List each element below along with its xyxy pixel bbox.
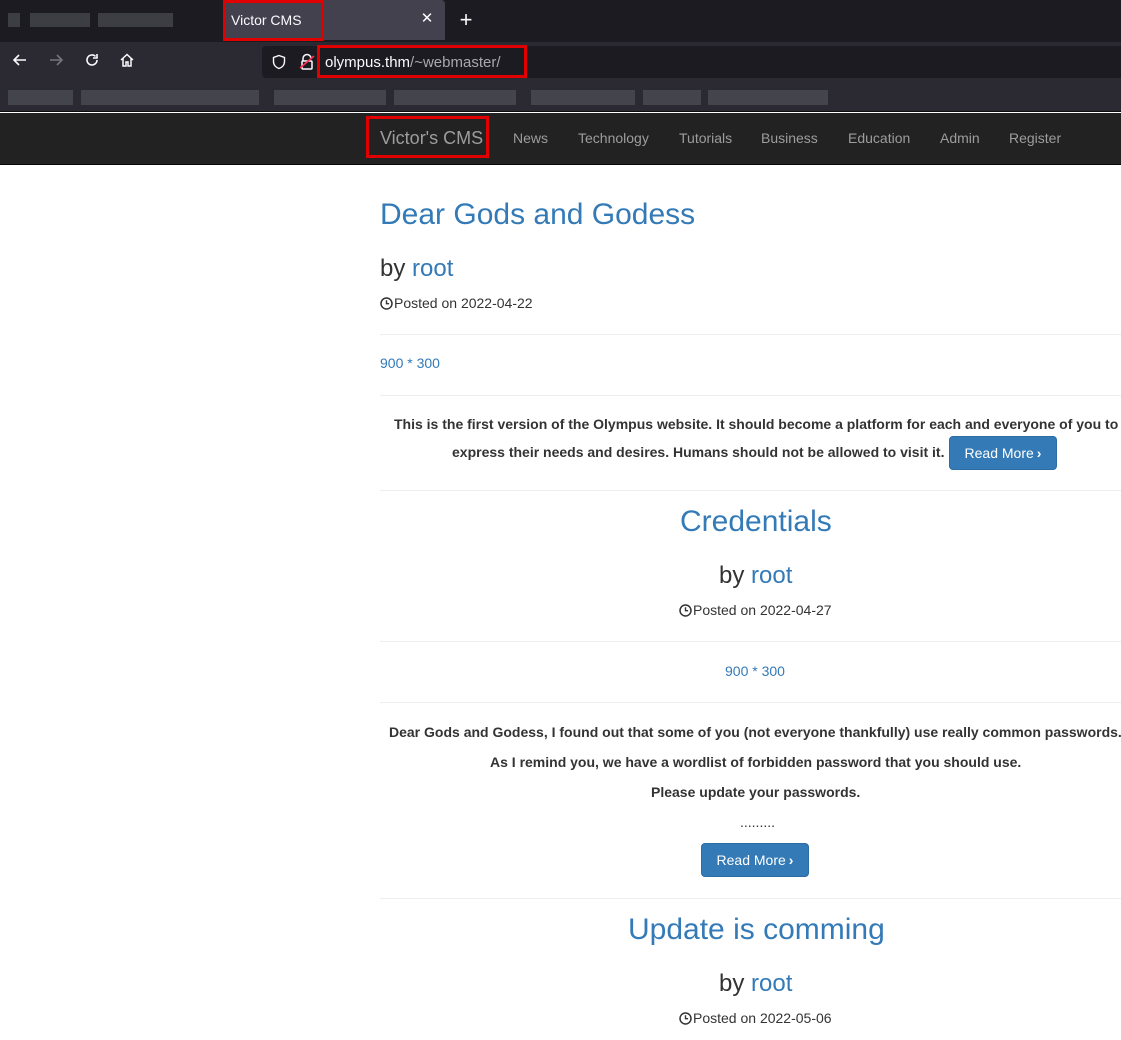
arrow-right-icon[interactable]	[45, 51, 67, 73]
bookmark-item[interactable]	[531, 90, 635, 105]
post-byline: by root	[719, 970, 792, 998]
post-image-placeholder[interactable]: 900 * 300	[380, 355, 440, 371]
chevron-right-icon: ›	[788, 852, 794, 868]
post-title[interactable]: Dear Gods and Godess	[380, 198, 695, 232]
bookmark-item[interactable]	[643, 90, 701, 105]
by-label: by	[719, 562, 752, 589]
read-more-label: Read More	[964, 445, 1034, 461]
post-ellipsis: .........	[740, 814, 776, 830]
post-author-link[interactable]: root	[751, 970, 792, 997]
post-excerpt-line: express their needs and desires. Humans …	[452, 444, 945, 460]
post-image-placeholder[interactable]: 900 * 300	[725, 663, 785, 679]
post-byline: by root	[380, 255, 453, 283]
clock-icon	[679, 604, 692, 617]
clock-icon	[679, 1012, 692, 1025]
nav-link-business[interactable]: Business	[761, 130, 818, 146]
post-excerpt-line: Please update your passwords.	[651, 784, 861, 800]
post-date-text: Posted on 2022-05-06	[693, 1010, 832, 1026]
post-date: Posted on 2022-05-06	[679, 1010, 832, 1026]
post-author-link[interactable]: root	[412, 255, 453, 282]
bookmark-item[interactable]	[274, 90, 386, 105]
divider	[380, 898, 1121, 899]
browser-tab-bar: Victor CMS ✕ +	[0, 0, 1121, 42]
post-author-link[interactable]: root	[751, 562, 792, 589]
bookmark-item[interactable]	[81, 90, 259, 105]
site-navbar: Victor's CMS News Technology Tutorials B…	[0, 113, 1121, 165]
brand-highlight-box	[366, 116, 489, 158]
chevron-right-icon: ›	[1036, 445, 1042, 461]
browser-toolbar: olympus.thm/~webmaster/	[0, 42, 1121, 84]
bookmark-item[interactable]	[394, 90, 516, 105]
url-highlight-box	[317, 45, 527, 78]
post-date: Posted on 2022-04-22	[380, 295, 533, 311]
bookmarks-toolbar	[0, 84, 1121, 112]
reload-icon[interactable]	[81, 51, 103, 73]
divider	[380, 334, 1121, 335]
by-label: by	[719, 970, 752, 997]
bookmark-item[interactable]	[708, 90, 828, 105]
post-title[interactable]: Update is comming	[628, 913, 885, 947]
post-date-text: Posted on 2022-04-27	[693, 602, 832, 618]
divider	[380, 490, 1121, 491]
post-excerpt-line: Dear Gods and Godess, I found out that s…	[389, 724, 1121, 740]
clock-icon	[380, 297, 393, 310]
post-title[interactable]: Credentials	[680, 505, 832, 539]
nav-link-register[interactable]: Register	[1009, 130, 1061, 146]
post-date: Posted on 2022-04-27	[679, 602, 832, 618]
post-excerpt-line: As I remind you, we have a wordlist of f…	[490, 754, 1022, 770]
tab-highlight-box	[223, 0, 324, 41]
nav-link-technology[interactable]: Technology	[578, 130, 649, 146]
bookmark-item[interactable]	[8, 90, 73, 105]
nav-link-admin[interactable]: Admin	[940, 130, 980, 146]
post-date-text: Posted on 2022-04-22	[394, 295, 533, 311]
nav-link-education[interactable]: Education	[848, 130, 910, 146]
read-more-button[interactable]: Read More ›	[949, 436, 1057, 470]
nav-link-tutorials[interactable]: Tutorials	[679, 130, 732, 146]
shield-icon[interactable]	[271, 54, 287, 75]
arrow-left-icon[interactable]	[9, 51, 31, 73]
insecure-lock-icon[interactable]	[299, 53, 315, 76]
plus-icon[interactable]: +	[456, 7, 476, 33]
post-excerpt-line: This is the first version of the Olympus…	[394, 416, 1119, 432]
read-more-label: Read More	[716, 852, 786, 868]
nav-link-news[interactable]: News	[513, 130, 548, 146]
post-byline: by root	[719, 562, 792, 590]
divider	[380, 395, 1121, 396]
divider	[380, 702, 1121, 703]
by-label: by	[380, 255, 413, 282]
close-icon[interactable]: ✕	[419, 9, 435, 27]
divider	[380, 641, 1121, 642]
read-more-button[interactable]: Read More ›	[701, 843, 809, 877]
home-icon[interactable]	[116, 51, 138, 73]
blurred-tab[interactable]	[8, 10, 198, 30]
